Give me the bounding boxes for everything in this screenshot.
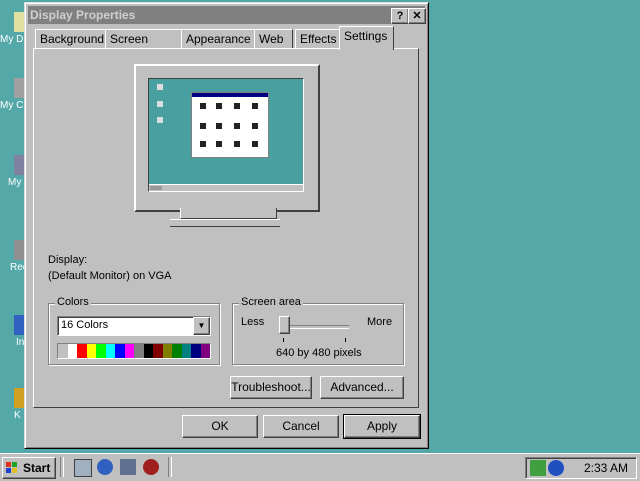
monitor-preview — [134, 64, 320, 212]
settings-panel: Display: (Default Monitor) on VGA Colors… — [33, 48, 419, 408]
troubleshoot-button[interactable]: Troubleshoot... — [230, 376, 312, 399]
cancel-button[interactable]: Cancel — [263, 415, 339, 438]
preview-window-title — [192, 93, 268, 97]
start-label: Start — [23, 461, 51, 475]
title-bar[interactable]: Display Properties ? ✕ — [28, 6, 426, 24]
preview-file-icon — [216, 123, 222, 129]
tab-background[interactable]: Background — [35, 29, 109, 49]
channels-icon[interactable] — [120, 459, 136, 475]
advanced-button[interactable]: Advanced... — [320, 376, 404, 399]
preview-file-icon — [200, 103, 206, 109]
tab-effects[interactable]: Effects — [295, 29, 343, 49]
tab-web[interactable]: Web — [254, 29, 293, 49]
preview-file-icon — [234, 123, 240, 129]
palette-swatch — [105, 344, 115, 358]
palette-swatch — [143, 344, 153, 358]
preview-start-button — [150, 186, 162, 190]
screen-area-slider-thumb[interactable] — [279, 316, 290, 334]
taskbar: Start 2:33 AM — [0, 453, 640, 481]
clock[interactable]: 2:33 AM — [584, 461, 628, 475]
preview-desktop-icon — [157, 117, 163, 123]
display-settings-tray-icon[interactable] — [530, 460, 546, 476]
palette-swatch — [96, 344, 106, 358]
palette-swatch — [124, 344, 134, 358]
slider-tick — [345, 338, 346, 342]
palette-swatch — [77, 344, 87, 358]
network-tray-icon[interactable] — [548, 460, 564, 476]
close-button[interactable]: ✕ — [408, 8, 426, 24]
monitor-stand — [180, 208, 277, 219]
desktop-icon[interactable] — [74, 459, 92, 477]
screen-area-group: Screen area Less More 640 by 480 pixels — [232, 296, 404, 365]
preview-window — [191, 92, 269, 158]
palette-swatch — [191, 344, 201, 358]
palette-swatch — [134, 344, 144, 358]
colors-group: Colors 16 Colors ▼ — [48, 296, 220, 365]
tab-appearance[interactable]: Appearance — [181, 29, 260, 49]
colors-group-title: Colors — [55, 296, 91, 308]
chevron-down-icon[interactable]: ▼ — [193, 317, 210, 335]
preview-file-icon — [200, 123, 206, 129]
preview-file-icon — [252, 123, 258, 129]
system-tray: 2:33 AM — [525, 457, 637, 479]
preview-file-icon — [234, 141, 240, 147]
palette-swatch — [86, 344, 96, 358]
palette-swatch — [200, 344, 210, 358]
color-palette-preview — [57, 343, 211, 359]
preview-desktop-icon — [157, 101, 163, 107]
display-label: Display: — [48, 254, 88, 266]
screen-area-slider-track[interactable] — [281, 325, 349, 329]
preview-file-icon — [216, 141, 222, 147]
display-value: (Default Monitor) on VGA — [48, 270, 172, 282]
preview-taskbar — [149, 184, 303, 191]
globe-icon[interactable] — [143, 459, 159, 475]
slider-less-label: Less — [241, 316, 265, 328]
help-button[interactable]: ? — [391, 8, 409, 24]
monitor-screen-preview — [148, 78, 304, 192]
palette-swatch — [58, 344, 68, 358]
start-button[interactable]: Start — [2, 457, 56, 479]
windows-logo-icon — [6, 462, 17, 473]
colors-dropdown[interactable]: 16 Colors ▼ — [57, 316, 211, 336]
preview-file-icon — [252, 103, 258, 109]
screen-area-group-title: Screen area — [239, 296, 303, 308]
preview-file-icon — [200, 141, 206, 147]
palette-swatch — [153, 344, 163, 358]
preview-file-icon — [234, 103, 240, 109]
apply-button[interactable]: Apply — [343, 414, 421, 439]
preview-desktop-icon — [157, 84, 163, 90]
palette-swatch — [172, 344, 182, 358]
ok-button[interactable]: OK — [182, 415, 258, 438]
colors-dropdown-value: 16 Colors — [61, 319, 109, 331]
preview-file-icon — [216, 103, 222, 109]
window-title: Display Properties — [30, 8, 136, 22]
monitor-base — [170, 219, 280, 227]
palette-swatch — [181, 344, 191, 358]
slider-tick — [283, 338, 284, 342]
resolution-label: 640 by 480 pixels — [276, 347, 362, 359]
tab-settings[interactable]: Settings — [339, 26, 394, 50]
palette-swatch — [67, 344, 77, 358]
internet-explorer-icon[interactable] — [97, 459, 113, 475]
tab-screen-saver[interactable]: Screen Saver — [105, 29, 185, 65]
preview-file-icon — [252, 141, 258, 147]
slider-more-label: More — [367, 316, 393, 328]
palette-swatch — [162, 344, 172, 358]
taskbar-divider — [60, 457, 64, 477]
taskbar-divider — [168, 457, 172, 477]
palette-swatch — [115, 344, 125, 358]
